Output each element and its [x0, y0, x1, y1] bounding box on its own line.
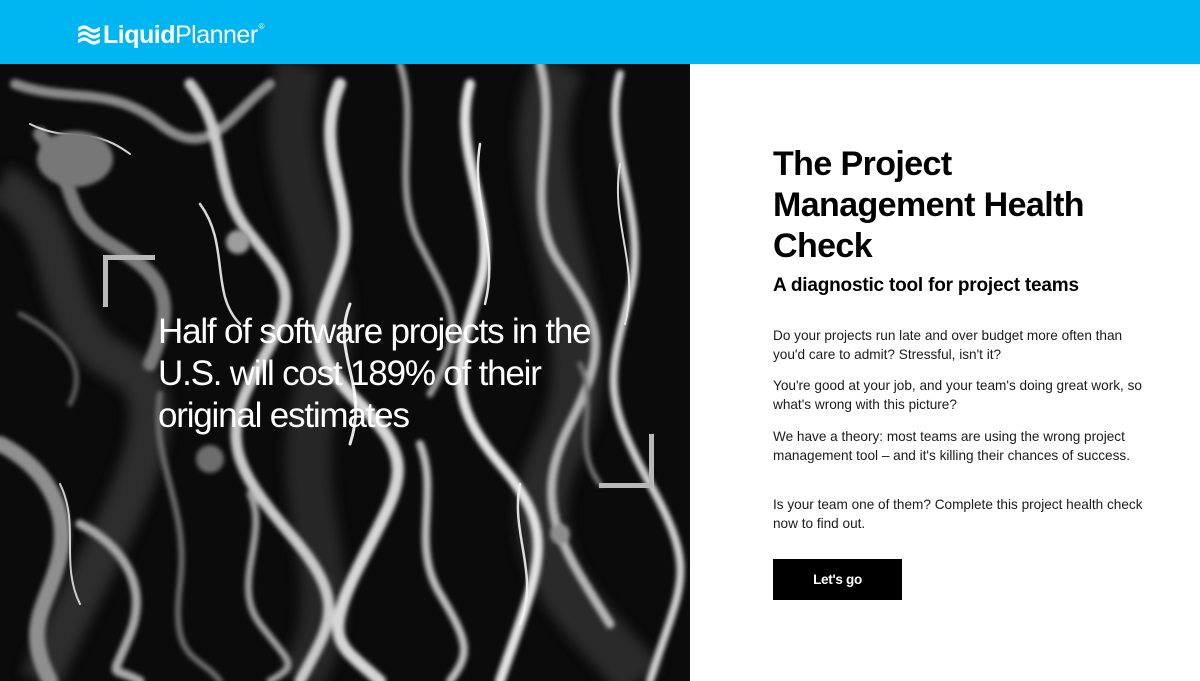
- intro-paragraph-4: Is your team one of them? Complete this …: [773, 497, 1143, 531]
- intro-paragraph-3: We have a theory: most teams are using t…: [773, 429, 1130, 463]
- lets-go-button[interactable]: Let's go: [773, 559, 902, 600]
- quote-bracket-top-left: [103, 255, 155, 307]
- brand-name: LiquidPlanner®: [103, 20, 265, 50]
- intro-paragraph-2: You're good at your job, and your team's…: [773, 378, 1142, 412]
- hero-quote: Half of software projects in the U.S. wi…: [158, 312, 592, 435]
- intro-panel: The Project Management Health Check A di…: [690, 64, 1200, 681]
- brand-name-regular: Planner: [174, 21, 258, 49]
- quote-bracket-bottom-right: [599, 434, 654, 488]
- liquidplanner-wave-logo-icon: [78, 25, 100, 45]
- page-title: The Project Management Health Check: [773, 145, 1085, 265]
- top-header: LiquidPlanner®: [0, 0, 1200, 64]
- liquidplanner-logo[interactable]: LiquidPlanner®: [78, 20, 265, 50]
- registered-mark: ®: [258, 22, 265, 31]
- hero-panel: Half of software projects in the U.S. wi…: [0, 64, 690, 681]
- intro-paragraph-1: Do your projects run late and over budge…: [773, 328, 1123, 362]
- brand-name-bold: Liquid: [103, 21, 175, 49]
- page-subtitle: A diagnostic tool for project teams: [773, 275, 1079, 296]
